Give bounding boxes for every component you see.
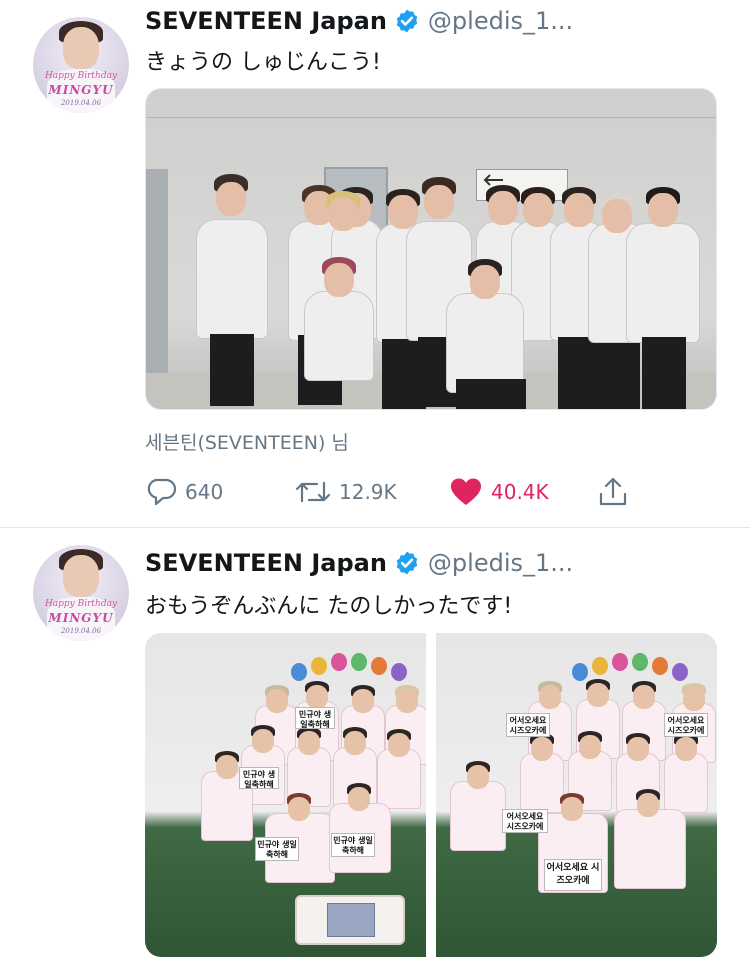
verified-badge-icon bbox=[396, 9, 418, 33]
avatar-caption-line1: Happy Birthday bbox=[44, 599, 118, 609]
tweet-photo[interactable] bbox=[145, 88, 717, 410]
tweet-header: SEVENTEEN Japan @pledis_1... bbox=[145, 548, 573, 578]
message-card: 어서오세요 시즈오카에 bbox=[544, 859, 602, 891]
avatar[interactable]: Happy Birthday MINGYU 2019.04.06 bbox=[33, 545, 129, 641]
tweet-actions: 640 12.9K 40.4K bbox=[145, 472, 645, 512]
avatar-caption-line2: MINGYU bbox=[48, 83, 114, 97]
message-card: 민규야 생일축하해 bbox=[239, 767, 279, 789]
tweet-photo-left[interactable]: 민규야 생일축하해 민규야 생일축하해 민규야 생일축하해 민규야 생일축하해 bbox=[145, 633, 426, 957]
message-card: 어서오세요 시즈오카에 bbox=[502, 809, 548, 833]
avatar[interactable]: Happy Birthday MINGYU 2019.04.06 bbox=[33, 17, 129, 113]
avatar-caption-line3: 2019.04.06 bbox=[60, 99, 102, 107]
message-card: 민규야 생일축하해 bbox=[295, 707, 335, 729]
avatar-caption-line3: 2019.04.06 bbox=[60, 627, 102, 635]
group-photo-backstage bbox=[146, 89, 716, 409]
message-card: 어서오세요 시즈오카에 bbox=[506, 713, 550, 737]
avatar-caption-line1: Happy Birthday bbox=[44, 71, 118, 81]
retweet-count: 12.9K bbox=[339, 480, 397, 504]
retweet-icon bbox=[295, 481, 331, 503]
tweet-photo-grid: 민규야 생일축하해 민규야 생일축하해 민규야 생일축하해 민규야 생일축하해 bbox=[145, 633, 717, 957]
message-card: 민규야 생일축하해 bbox=[331, 833, 375, 857]
share-button[interactable] bbox=[597, 472, 629, 512]
avatar-caption-line2: MINGYU bbox=[48, 611, 114, 625]
tweet-photo-right[interactable]: 어서오세요 시즈오카에 어서오세요 시즈오카에 어서오세요 시즈오카에 어서오세… bbox=[436, 633, 717, 957]
tweet-text: きょうの しゅじんこう! bbox=[145, 50, 381, 75]
tweet[interactable]: Happy Birthday MINGYU 2019.04.06 SEVENTE… bbox=[0, 0, 750, 527]
reply-count: 640 bbox=[185, 480, 224, 504]
author-name[interactable]: SEVENTEEN Japan bbox=[145, 549, 387, 577]
author-name[interactable]: SEVENTEEN Japan bbox=[145, 7, 387, 35]
like-button[interactable]: 40.4K bbox=[449, 472, 549, 512]
birthday-cake bbox=[295, 895, 405, 945]
like-count: 40.4K bbox=[491, 480, 549, 504]
like-heart-icon bbox=[451, 478, 481, 505]
reply-button[interactable]: 640 bbox=[145, 472, 223, 512]
message-card: 어서오세요 시즈오카에 bbox=[664, 713, 708, 737]
avatar-face bbox=[63, 555, 99, 597]
reply-icon bbox=[147, 478, 177, 506]
tweet[interactable]: Happy Birthday MINGYU 2019.04.06 SEVENTE… bbox=[0, 528, 750, 967]
message-card: 민규야 생일축하해 bbox=[255, 837, 299, 861]
retweet-button[interactable]: 12.9K bbox=[295, 472, 397, 512]
share-icon bbox=[599, 477, 627, 506]
tweet-text: おもうぞんぶんに たのしかったです! bbox=[145, 594, 513, 619]
author-handle[interactable]: @pledis_1... bbox=[428, 549, 573, 577]
author-handle[interactable]: @pledis_1... bbox=[428, 7, 573, 35]
tweet-header: SEVENTEEN Japan @pledis_1... bbox=[145, 6, 573, 36]
photo-attribution[interactable]: 세븐틴(SEVENTEEN) 님 bbox=[145, 428, 349, 455]
avatar-face bbox=[63, 27, 99, 69]
verified-badge-icon bbox=[396, 551, 418, 575]
